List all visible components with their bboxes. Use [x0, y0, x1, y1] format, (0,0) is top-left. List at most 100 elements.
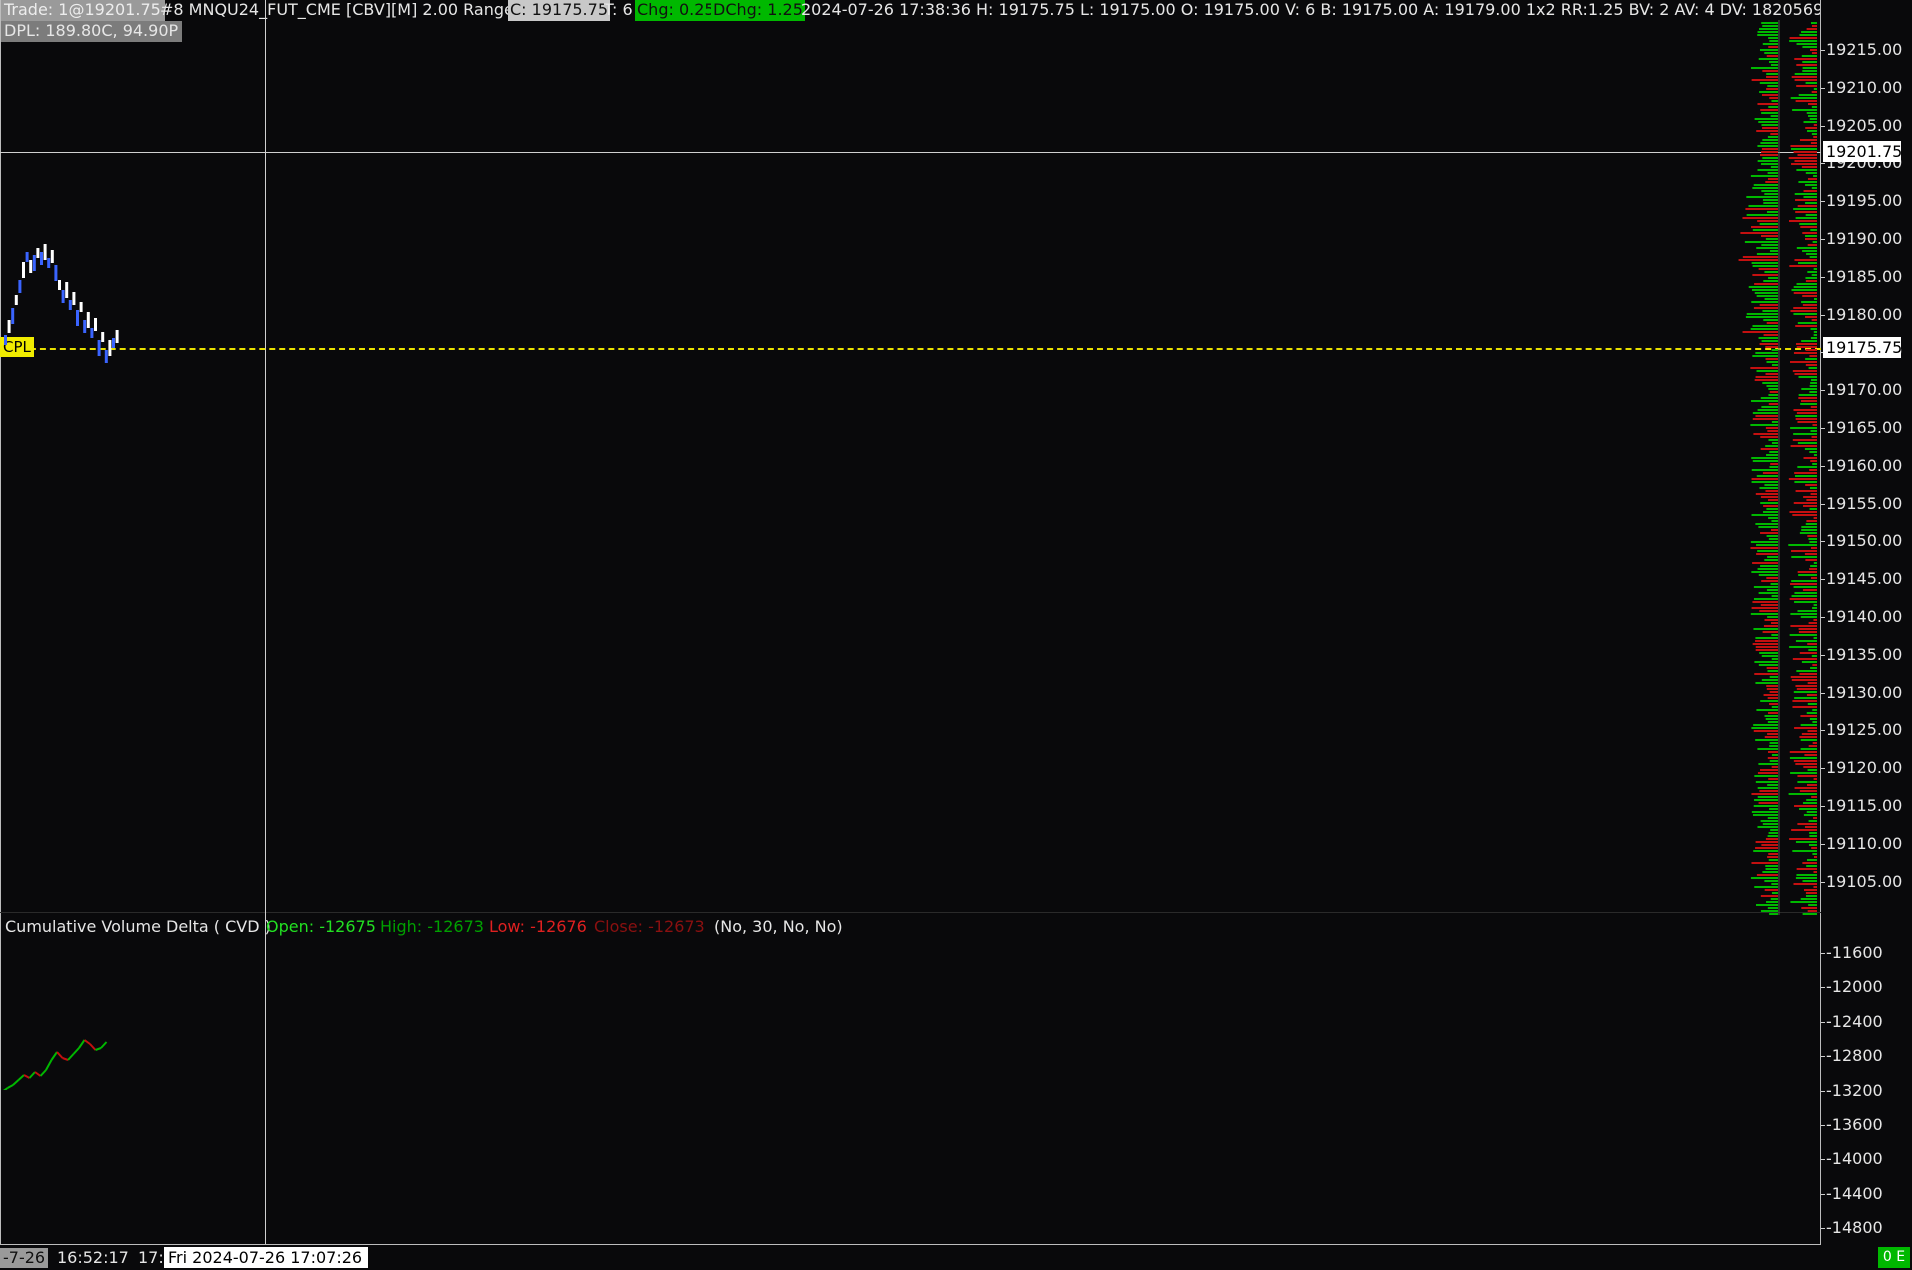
volume-bar-right — [1808, 103, 1817, 105]
volume-bar-right — [1803, 766, 1817, 768]
volume-bar-left — [1763, 625, 1778, 627]
cvd-axis-tick — [1821, 1021, 1825, 1023]
volume-bar-left — [1750, 367, 1778, 369]
cvd-segment — [17, 1074, 25, 1081]
volume-bar-left — [1756, 553, 1778, 555]
volume-bar-left — [1771, 100, 1778, 102]
volume-bar-left — [1742, 331, 1778, 333]
volume-bar-right — [1794, 58, 1817, 60]
volume-bar-left — [1769, 913, 1778, 915]
volume-bar-left — [1750, 877, 1778, 879]
trade-count: T: 6 — [604, 0, 633, 19]
cvd-segment — [7, 1084, 14, 1089]
volume-bar-right — [1812, 721, 1817, 723]
volume-bar-right — [1808, 844, 1817, 846]
volume-bar-right — [1793, 292, 1817, 294]
volume-bar-left — [1751, 811, 1778, 813]
volume-bar-left — [1744, 241, 1778, 243]
volume-bar-left — [1752, 274, 1778, 276]
volume-bar-right — [1809, 118, 1817, 120]
volume-bar-left — [1752, 814, 1778, 816]
cvd-axis-label: -12400 — [1826, 1011, 1883, 1031]
price-axis-label: 19210.00 — [1826, 77, 1903, 97]
volume-bar-right — [1792, 706, 1817, 708]
volume-bar-left — [1761, 655, 1778, 657]
cvd-axis-tick — [1821, 987, 1825, 989]
volume-bar-left — [1769, 676, 1778, 678]
volume-bar-right — [1808, 538, 1817, 540]
volume-bar-right — [1788, 793, 1817, 795]
cvd-axis-tick — [1821, 1193, 1825, 1195]
cvd-axis-label: -14000 — [1826, 1149, 1883, 1169]
volume-bar-left — [1757, 772, 1778, 774]
volume-bar-left — [1761, 235, 1778, 237]
status-indicator[interactable]: 0 E — [1878, 1247, 1910, 1268]
price-bar — [61, 290, 65, 303]
volume-bar-right — [1808, 820, 1817, 822]
volume-bar-left — [1761, 679, 1778, 681]
volume-bar-right — [1810, 328, 1817, 330]
volume-bar-right — [1797, 781, 1817, 783]
cvd-segment — [39, 1069, 47, 1077]
volume-bar-left — [1771, 634, 1778, 636]
volume-bar-right — [1793, 760, 1817, 762]
volume-bar-left — [1762, 70, 1778, 72]
chart-window[interactable]: Trade: 1@19201.75 #8 MNQU24_FUT_CME [CBV… — [0, 0, 1912, 1270]
volume-bar-left — [1770, 64, 1778, 66]
volume-bar-left — [1766, 76, 1778, 78]
change-badge: Chg: 0.25 — [635, 0, 717, 21]
volume-bar-left — [1770, 898, 1778, 900]
volume-bar-right — [1789, 634, 1817, 636]
volume-bar-left — [1756, 247, 1778, 249]
volume-bar-right — [1793, 586, 1817, 588]
volume-bar-right — [1813, 88, 1817, 90]
price-bar — [11, 308, 15, 324]
volume-bar-right — [1799, 652, 1817, 654]
time-label-2: 17: — [138, 1248, 164, 1267]
volume-bar-right — [1798, 181, 1817, 183]
volume-bar-left — [1770, 529, 1778, 531]
volume-bar-left — [1762, 199, 1778, 201]
price-axis-tick — [1821, 617, 1825, 618]
volume-bar-right — [1801, 661, 1817, 663]
volume-bar-right — [1795, 199, 1817, 201]
volume-bar-right — [1793, 502, 1817, 504]
volume-bar-right — [1793, 352, 1817, 354]
volume-bar-right — [1813, 124, 1817, 126]
volume-bar-left — [1769, 451, 1778, 453]
volume-bar-left — [1768, 439, 1778, 441]
volume-bar-left — [1766, 577, 1778, 579]
volume-bar-right — [1795, 685, 1817, 687]
volume-bar-right — [1802, 70, 1817, 72]
volume-bar-left — [1767, 721, 1778, 723]
volume-bar-right — [1811, 52, 1817, 54]
volume-bar-left — [1771, 892, 1778, 894]
volume-bar-left — [1756, 253, 1778, 255]
pane-divider[interactable] — [0, 912, 1821, 913]
volume-bar-left — [1754, 118, 1778, 120]
cvd-params: (No, 30, No, No) — [714, 917, 843, 936]
volume-bar-right — [1812, 742, 1817, 744]
volume-bar-right — [1811, 379, 1817, 381]
price-axis-label: 19150.00 — [1826, 531, 1903, 551]
volume-bar-left — [1769, 391, 1778, 393]
volume-bar-left — [1758, 574, 1778, 576]
volume-bar-right — [1813, 331, 1817, 333]
volume-bar-right — [1803, 196, 1817, 198]
price-axis-tick — [1821, 843, 1825, 845]
cvd-axis-label: -12000 — [1826, 977, 1883, 997]
volume-bar-right — [1796, 688, 1817, 690]
volume-bar-right — [1812, 463, 1817, 465]
volume-bar-left — [1756, 475, 1778, 477]
volume-bar-right — [1799, 673, 1817, 675]
volume-bar-left — [1770, 622, 1778, 624]
volume-bar-right — [1800, 226, 1817, 228]
volume-bar-right — [1811, 655, 1817, 657]
volume-bar-right — [1805, 895, 1817, 897]
volume-bar-right — [1795, 490, 1817, 492]
volume-bar-left — [1769, 703, 1778, 705]
cvd-axis-tick — [1821, 1125, 1825, 1126]
volume-bar-right — [1791, 163, 1817, 165]
volume-bar-left — [1769, 466, 1778, 468]
volume-bar-left — [1751, 469, 1778, 471]
